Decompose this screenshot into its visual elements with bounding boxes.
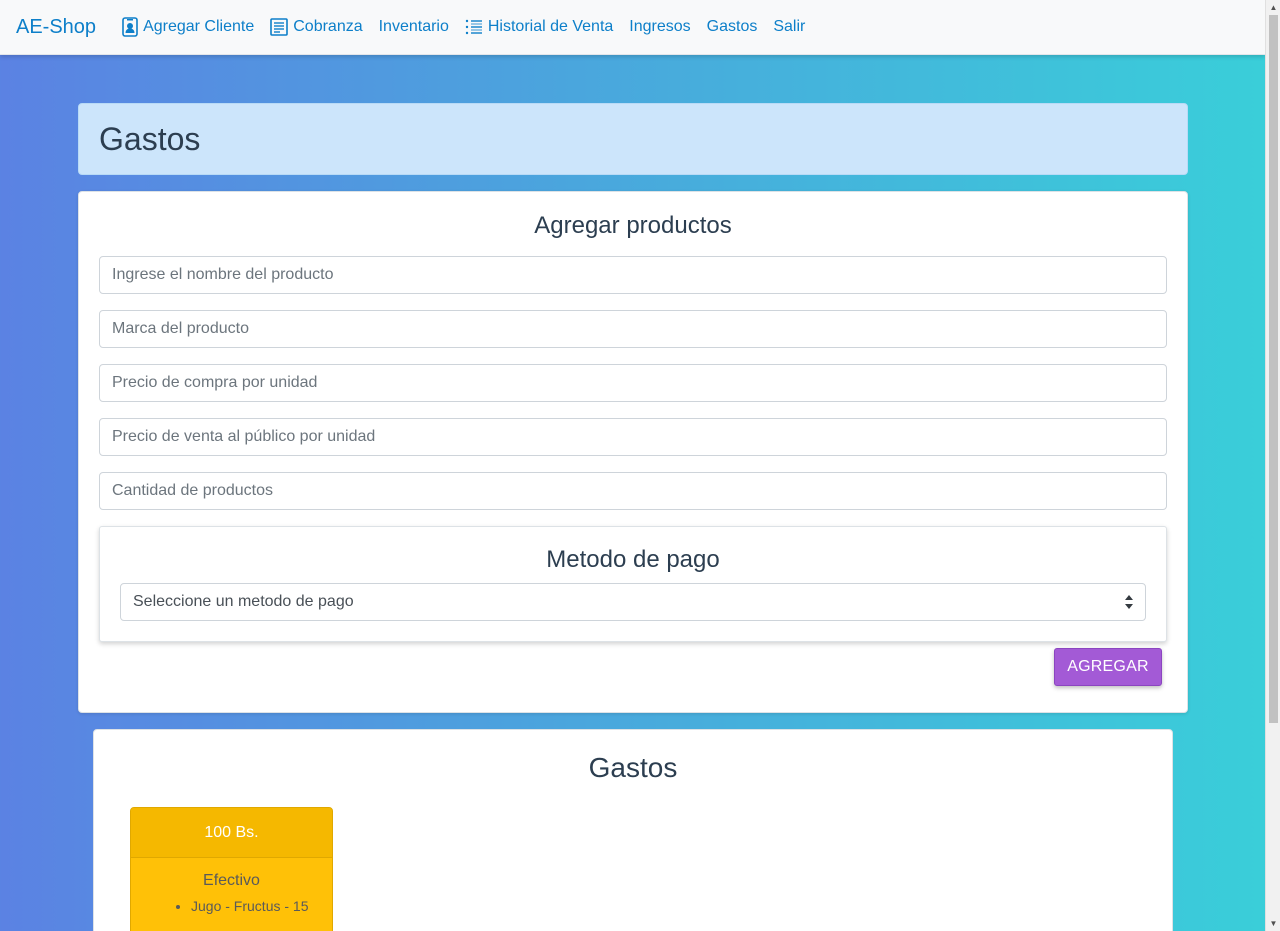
page-scrollbar[interactable]: ▲ ▼ <box>1265 0 1280 931</box>
expense-method: Efectivo <box>203 872 260 889</box>
nav-gastos[interactable]: Gastos <box>707 18 758 36</box>
add-button[interactable]: AGREGAR <box>1054 648 1162 686</box>
nav-label: Salir <box>773 18 806 35</box>
payment-method-select[interactable]: Seleccione un metodo de pago <box>120 583 1146 621</box>
scroll-thumb[interactable] <box>1269 15 1278 723</box>
nav-cobranza[interactable]: Cobranza <box>270 18 363 36</box>
nav-label: Inventario <box>378 18 449 35</box>
scroll-up-arrow-icon[interactable]: ▲ <box>1266 0 1280 15</box>
nav-label: Ingresos <box>629 18 691 35</box>
expense-entry: Jugo - Fructus - 15 <box>191 898 332 914</box>
expenses-title: Gastos <box>588 752 678 783</box>
page-header: Gastos <box>78 103 1188 175</box>
payment-method-panel: Metodo de pago Seleccione un metodo de p… <box>99 526 1167 642</box>
person-badge-icon <box>122 17 138 37</box>
expenses-section: Gastos 100 Bs. Efectivo Jugo - Fructus -… <box>93 729 1173 931</box>
expense-card: 100 Bs. Efectivo Jugo - Fructus - 15 <box>130 807 333 931</box>
nav-historial-de-venta[interactable]: Historial de Venta <box>465 18 613 36</box>
buy-price-input[interactable] <box>99 364 1167 402</box>
payment-method-selected: Seleccione un metodo de pago <box>133 593 354 610</box>
nav-label: Gastos <box>706 18 758 35</box>
product-brand-input[interactable] <box>99 310 1167 348</box>
brand-link[interactable]: AE-Shop <box>16 16 96 39</box>
scroll-down-arrow-icon[interactable]: ▼ <box>1266 916 1280 931</box>
nav-agregar-cliente[interactable]: Agregar Cliente <box>122 17 254 37</box>
quantity-input[interactable] <box>99 472 1167 510</box>
top-navbar: AE-Shop Agregar Cliente Cobranza Inventa… <box>0 0 1265 55</box>
payment-method-title: Metodo de pago <box>546 546 720 573</box>
nav-ingresos[interactable]: Ingresos <box>629 18 690 36</box>
nav-label: Agregar Cliente <box>143 18 255 35</box>
product-name-input[interactable] <box>99 256 1167 294</box>
expense-entries: Jugo - Fructus - 15 <box>131 898 332 914</box>
sell-price-input[interactable] <box>99 418 1167 456</box>
nav-label: Historial de Venta <box>487 18 614 35</box>
select-caret-icon <box>1125 595 1133 609</box>
form-title: Agregar productos <box>534 212 732 239</box>
expense-amount: 100 Bs. <box>131 808 332 858</box>
list-icon <box>465 19 483 35</box>
nav-salir[interactable]: Salir <box>773 18 805 36</box>
add-products-form: Agregar productos Metodo de pago Selecci… <box>78 191 1188 713</box>
document-list-icon <box>270 18 289 36</box>
page-title: Gastos <box>99 120 201 157</box>
nav-label: Cobranza <box>293 18 363 35</box>
nav-inventario[interactable]: Inventario <box>379 18 449 36</box>
